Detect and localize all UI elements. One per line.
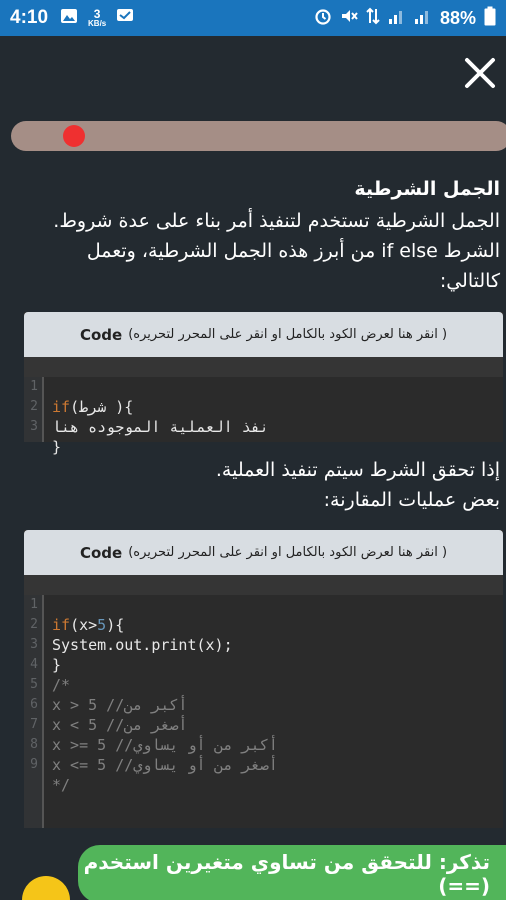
action-fab-button[interactable] xyxy=(22,876,70,900)
code-line: 7 x >= 5 //أكبر من أو يساوي xyxy=(24,695,503,754)
code-title: Code xyxy=(79,325,123,344)
code-line: 8 x <= 5 //أصغر من أو يساوي xyxy=(24,715,503,774)
code-block-header[interactable]: Code (انقر هنا لعرض الكود بالكامل او انق… xyxy=(24,530,503,575)
lesson-intro: الجمل الشرطية تستخدم لتنفيذ أمر بناء على… xyxy=(4,206,500,296)
code-line: 9 */ xyxy=(24,735,503,794)
code-block[interactable]: Code (انقر هنا لعرض الكود بالكامل او انق… xyxy=(24,312,503,456)
code-line: 5 x > 5 //أكبر من xyxy=(24,655,503,714)
lesson-progress-track xyxy=(11,121,506,151)
status-bar: 4:10 3 KB/s 88% xyxy=(0,0,506,36)
chat-icon xyxy=(116,8,134,29)
intro-line-2: الشرط if else من أبرز هذه الجمل الشرطية،… xyxy=(86,240,500,262)
explanation-line-1: إذا تحقق الشرط سيتم تنفيذ العملية. xyxy=(215,459,500,481)
code-hint: (انقر هنا لعرض الكود بالكامل او انقر على… xyxy=(128,545,448,560)
intro-line-1: الجمل الشرطية تستخدم لتنفيذ أمر بناء على… xyxy=(53,210,500,232)
code-line: 1 if(x>5){ xyxy=(24,575,503,634)
battery-icon xyxy=(484,6,496,31)
code-comment: x <= 5 //أصغر من أو يساوي xyxy=(52,756,278,774)
lesson-explanation: إذا تحقق الشرط سيتم تنفيذ العملية. بعض ع… xyxy=(4,455,500,515)
line-number: 3 xyxy=(30,419,38,434)
mute-icon xyxy=(340,7,358,30)
code-block-header[interactable]: Code (انقر هنا لعرض الكود بالكامل او انق… xyxy=(24,312,503,357)
network-speed: 3 KB/s xyxy=(88,8,106,28)
code-line: 2 System.out.print(x); xyxy=(24,595,503,654)
battery-level: 88% xyxy=(439,7,476,28)
close-icon[interactable] xyxy=(462,55,498,91)
code-line: 3 } xyxy=(24,397,503,456)
network-speed-unit: KB/s xyxy=(88,19,107,28)
code-editor[interactable]: 1 if(x>5){ 2 System.out.print(x); 3 } 4 … xyxy=(24,575,503,828)
intro-line-3: كالتالي: xyxy=(439,270,500,292)
status-time: 4:10 xyxy=(10,7,49,28)
code-title: Code xyxy=(79,543,123,562)
code-line: 2 نفذ العملية الموجوده هنا xyxy=(24,377,503,436)
lesson-heading: الجمل الشرطية xyxy=(354,178,500,200)
alarm-icon xyxy=(314,7,332,30)
tip-banner: تذكر: للتحقق من تساوي متغيرين استخدم (==… xyxy=(78,845,506,900)
image-icon xyxy=(60,8,78,29)
code-text: } xyxy=(52,438,62,456)
code-hint: (انقر هنا لعرض الكود بالكامل او انقر على… xyxy=(128,327,448,342)
code-line: 6 x < 5 //أصغر من xyxy=(24,675,503,734)
line-number: 9 xyxy=(30,757,38,772)
code-line: 1 if(شرط ){ xyxy=(24,357,503,416)
signal-icon xyxy=(388,7,406,30)
data-icon xyxy=(366,7,380,30)
code-block[interactable]: Code (انقر هنا لعرض الكود بالكامل او انق… xyxy=(24,530,503,828)
code-line: 3 } xyxy=(24,615,503,674)
explanation-line-2: بعض عمليات المقارنة: xyxy=(323,489,500,511)
signal-icon xyxy=(414,7,432,30)
lesson-progress-indicator xyxy=(63,125,85,147)
close-button[interactable] xyxy=(462,55,498,91)
code-line: 4 /* xyxy=(24,635,503,694)
code-text: نفذ العملية الموجوده هنا xyxy=(52,418,269,436)
code-comment: */ xyxy=(52,776,71,794)
code-editor[interactable]: 1 if(شرط ){ 2 نفذ العملية الموجوده هنا 3… xyxy=(24,357,503,456)
